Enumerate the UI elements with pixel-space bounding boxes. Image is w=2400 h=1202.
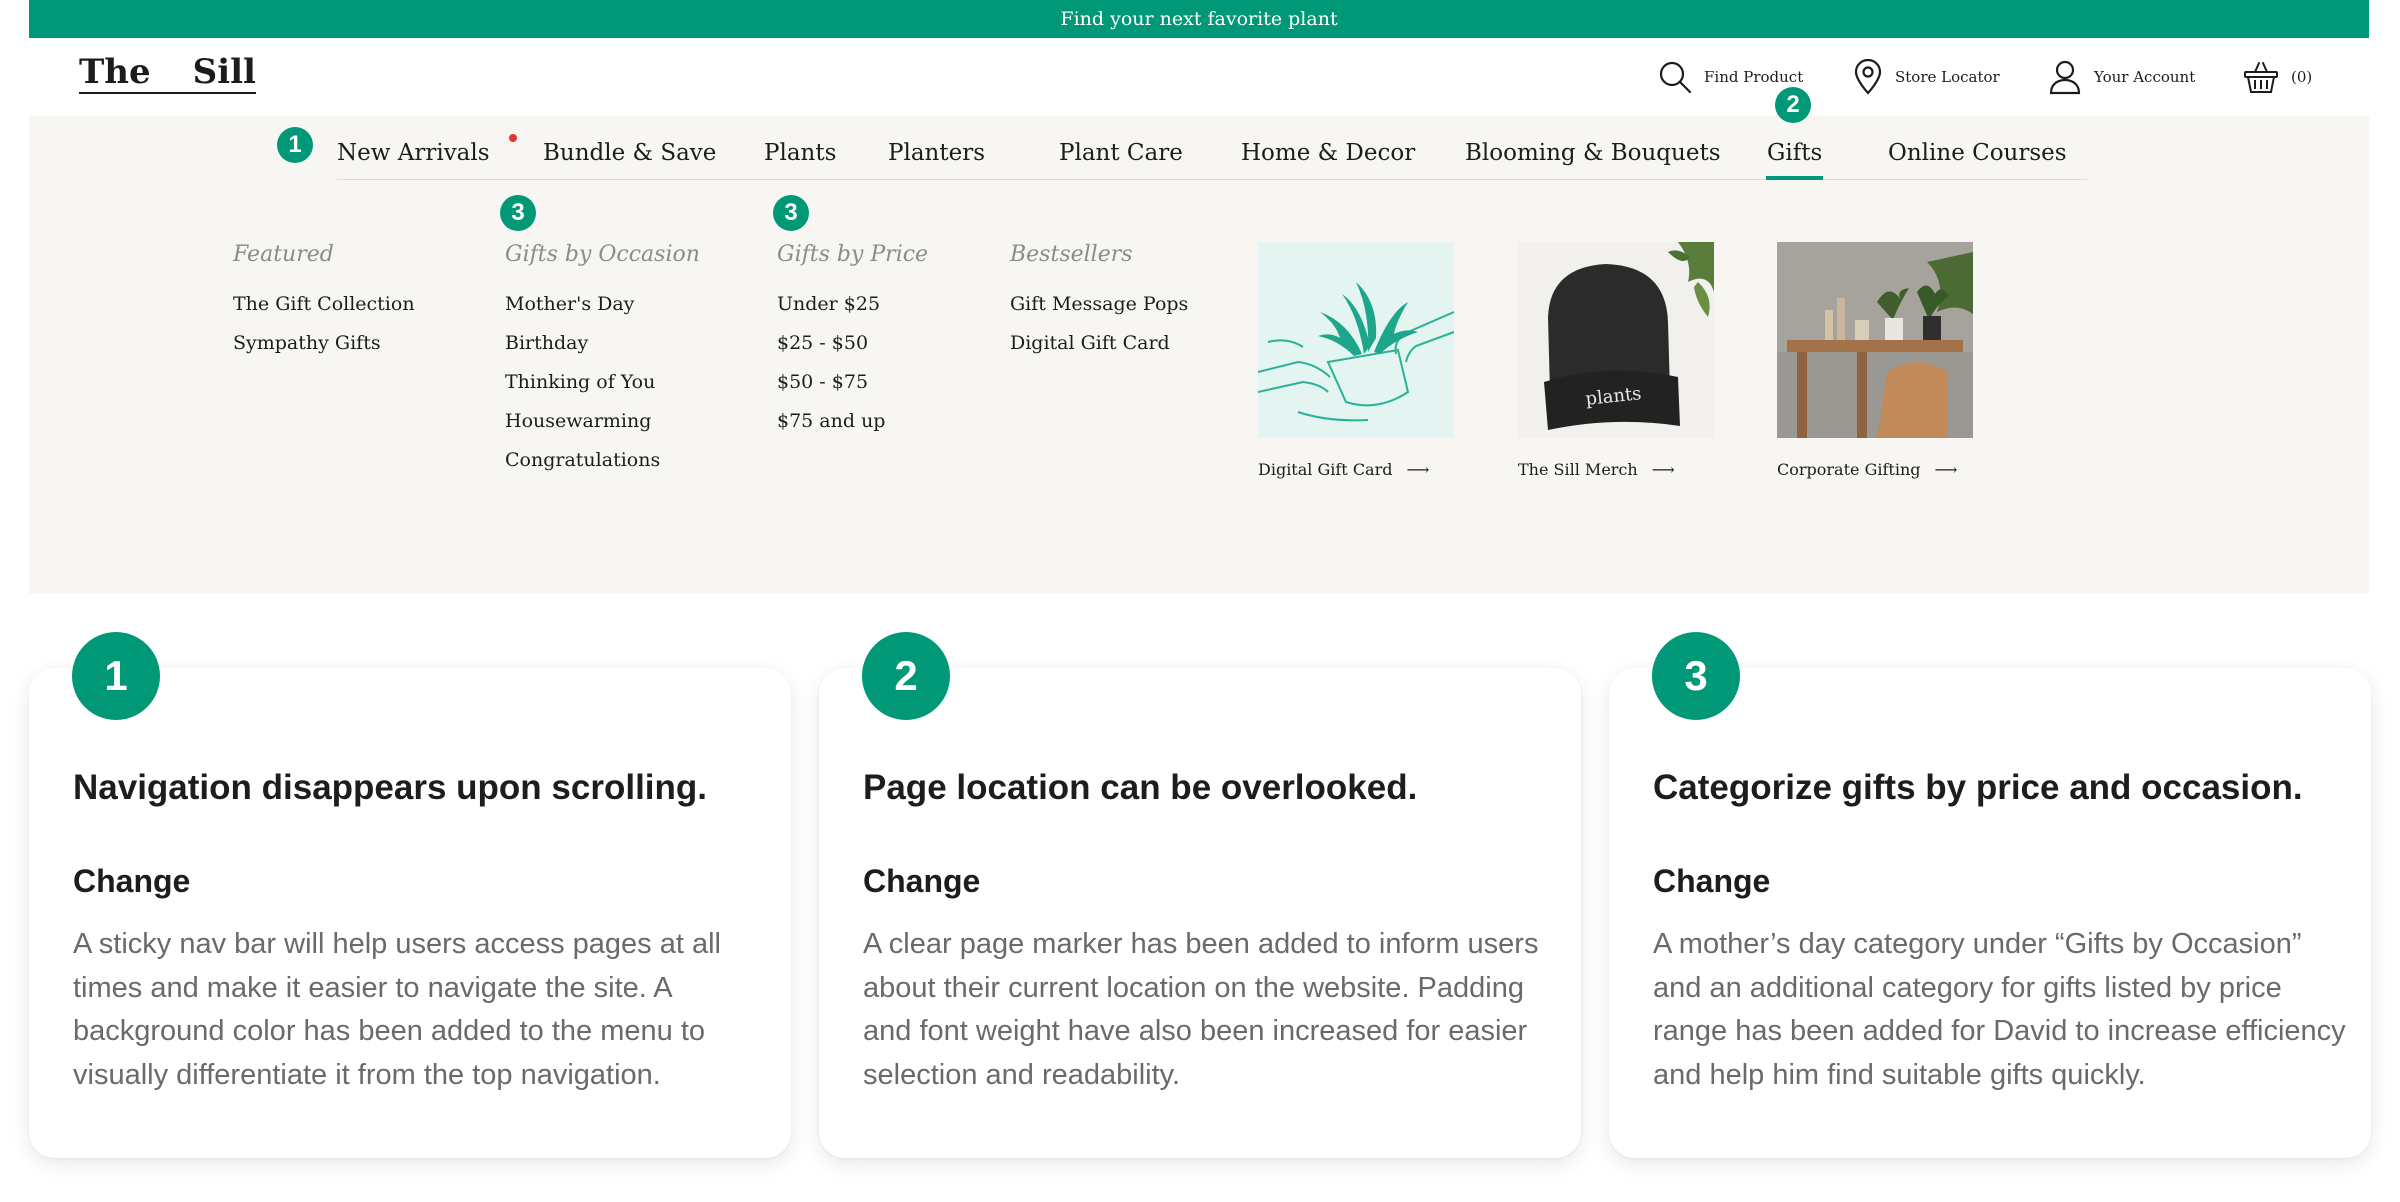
arrow-right-icon: ⟶	[1651, 460, 1675, 479]
link-thinking-of-you[interactable]: Thinking of You	[505, 363, 700, 402]
nav-item-bundle-save[interactable]: Bundle & Save	[543, 140, 716, 166]
basket-icon	[2244, 62, 2278, 93]
card-body: A sticky nav bar will help users access …	[73, 928, 721, 1091]
logo[interactable]: The Sill	[79, 52, 256, 94]
promo-caption-text-3: Corporate Gifting	[1777, 460, 1921, 479]
nav-item-new-arrivals[interactable]: New Arrivals	[337, 140, 490, 166]
user-icon	[2049, 60, 2081, 95]
annotation-card-2: Page location can be overlooked. Change …	[819, 668, 1581, 1158]
logo-word-the: The	[79, 52, 151, 92]
promo-banner-text: Find your next favorite plant	[1060, 8, 1338, 30]
card-body: A clear page marker has been added to in…	[863, 928, 1539, 1091]
nav-item-gifts[interactable]: Gifts	[1765, 140, 1824, 180]
beanie-photo: plants	[1518, 242, 1714, 438]
card-number-badge-2: 2	[862, 632, 950, 720]
mega-menu-panel: 1 2 3 3 New Arrivals Bundle & Save Plant…	[29, 87, 2369, 594]
occasion-heading: Gifts by Occasion	[505, 242, 700, 267]
card-body: A mother’s day category under “Gifts by …	[1653, 928, 2346, 1091]
store-locator-link[interactable]: Store Locator	[1853, 58, 2000, 96]
link-sympathy-gifts[interactable]: Sympathy Gifts	[233, 324, 415, 363]
link-gift-message-pops[interactable]: Gift Message Pops	[1010, 285, 1188, 324]
nav-item-planters[interactable]: Planters	[888, 140, 985, 166]
annotation-marker-1: 1	[277, 127, 313, 163]
price-heading: Gifts by Price	[777, 242, 929, 267]
main-nav: New Arrivals Bundle & Save Plants Plante…	[337, 128, 2087, 180]
cart-link[interactable]: (0)	[2243, 58, 2312, 96]
new-indicator-dot	[509, 134, 517, 142]
promo-sill-merch[interactable]: plants The Sill Merch ⟶	[1518, 242, 1714, 479]
link-50-75[interactable]: $50 - $75	[777, 363, 928, 402]
search-icon	[1659, 61, 1692, 94]
promo-digital-gift-card[interactable]: Digital Gift Card ⟶	[1258, 242, 1454, 479]
annotation-card-1: Navigation disappears upon scrolling. Ch…	[29, 668, 791, 1158]
card-title: Page location can be overlooked.	[863, 768, 1418, 807]
card-title: Categorize gifts by price and occasion.	[1653, 768, 2303, 807]
link-congratulations[interactable]: Congratulations	[505, 441, 700, 480]
location-pin-icon	[1854, 59, 1882, 95]
site-header: The Sill Find Product Store Locator Your…	[29, 38, 2369, 116]
your-account-link[interactable]: Your Account	[2048, 58, 2195, 96]
link-gift-collection[interactable]: The Gift Collection	[233, 285, 415, 324]
find-product-label: Find Product	[1704, 68, 1804, 86]
nav-item-plant-care[interactable]: Plant Care	[1059, 140, 1183, 166]
promo-caption-2: The Sill Merch ⟶	[1518, 460, 1714, 479]
link-mothers-day[interactable]: Mother's Day	[505, 285, 700, 324]
link-under-25[interactable]: Under $25	[777, 285, 928, 324]
card-subtitle: Change	[863, 863, 981, 899]
annotation-marker-3-occasion: 3	[500, 195, 536, 231]
card-subtitle: Change	[1653, 863, 1771, 899]
menu-col-occasion: Gifts by Occasion Mother's Day Birthday …	[505, 242, 700, 480]
promo-corporate-gifting[interactable]: Corporate Gifting ⟶	[1777, 242, 1973, 479]
nav-item-home-decor[interactable]: Home & Decor	[1241, 140, 1415, 166]
arrow-right-icon: ⟶	[1406, 460, 1430, 479]
card-title: Navigation disappears upon scrolling.	[73, 768, 707, 807]
menu-col-bestsellers: Bestsellers Gift Message Pops Digital Gi…	[1010, 242, 1188, 363]
card-subtitle: Change	[73, 863, 191, 899]
bestsellers-heading: Bestsellers	[1010, 242, 1133, 267]
menu-col-price: Gifts by Price Under $25 $25 - $50 $50 -…	[777, 242, 928, 441]
promo-caption-3: Corporate Gifting ⟶	[1777, 460, 1973, 479]
annotation-card-3: Categorize gifts by price and occasion. …	[1609, 668, 2371, 1158]
promo-caption-text-1: Digital Gift Card	[1258, 460, 1393, 479]
featured-heading: Featured	[233, 242, 334, 267]
card-number-badge-1: 1	[72, 632, 160, 720]
arrow-right-icon: ⟶	[1934, 460, 1958, 479]
menu-col-featured: Featured The Gift Collection Sympathy Gi…	[233, 242, 415, 363]
promo-caption-1: Digital Gift Card ⟶	[1258, 460, 1454, 479]
link-digital-gift-card[interactable]: Digital Gift Card	[1010, 324, 1188, 363]
promo-caption-text-2: The Sill Merch	[1518, 460, 1638, 479]
nav-item-online-courses[interactable]: Online Courses	[1888, 140, 2067, 166]
promo-banner[interactable]: Find your next favorite plant	[29, 0, 2369, 38]
your-account-label: Your Account	[2094, 68, 2196, 86]
cart-count: (0)	[2291, 68, 2313, 86]
store-locator-label: Store Locator	[1895, 68, 2000, 86]
nav-item-blooming-bouquets[interactable]: Blooming & Bouquets	[1465, 140, 1721, 166]
link-25-50[interactable]: $25 - $50	[777, 324, 928, 363]
link-housewarming[interactable]: Housewarming	[505, 402, 700, 441]
link-birthday[interactable]: Birthday	[505, 324, 700, 363]
link-75-up[interactable]: $75 and up	[777, 402, 928, 441]
nav-item-plants[interactable]: Plants	[764, 140, 836, 166]
card-number-badge-3: 3	[1652, 632, 1740, 720]
office-plants-photo	[1777, 242, 1973, 438]
plant-gift-illustration	[1258, 242, 1454, 438]
annotation-marker-2: 2	[1775, 87, 1811, 123]
logo-word-sill: Sill	[192, 52, 256, 92]
annotation-marker-3-price: 3	[773, 195, 809, 231]
